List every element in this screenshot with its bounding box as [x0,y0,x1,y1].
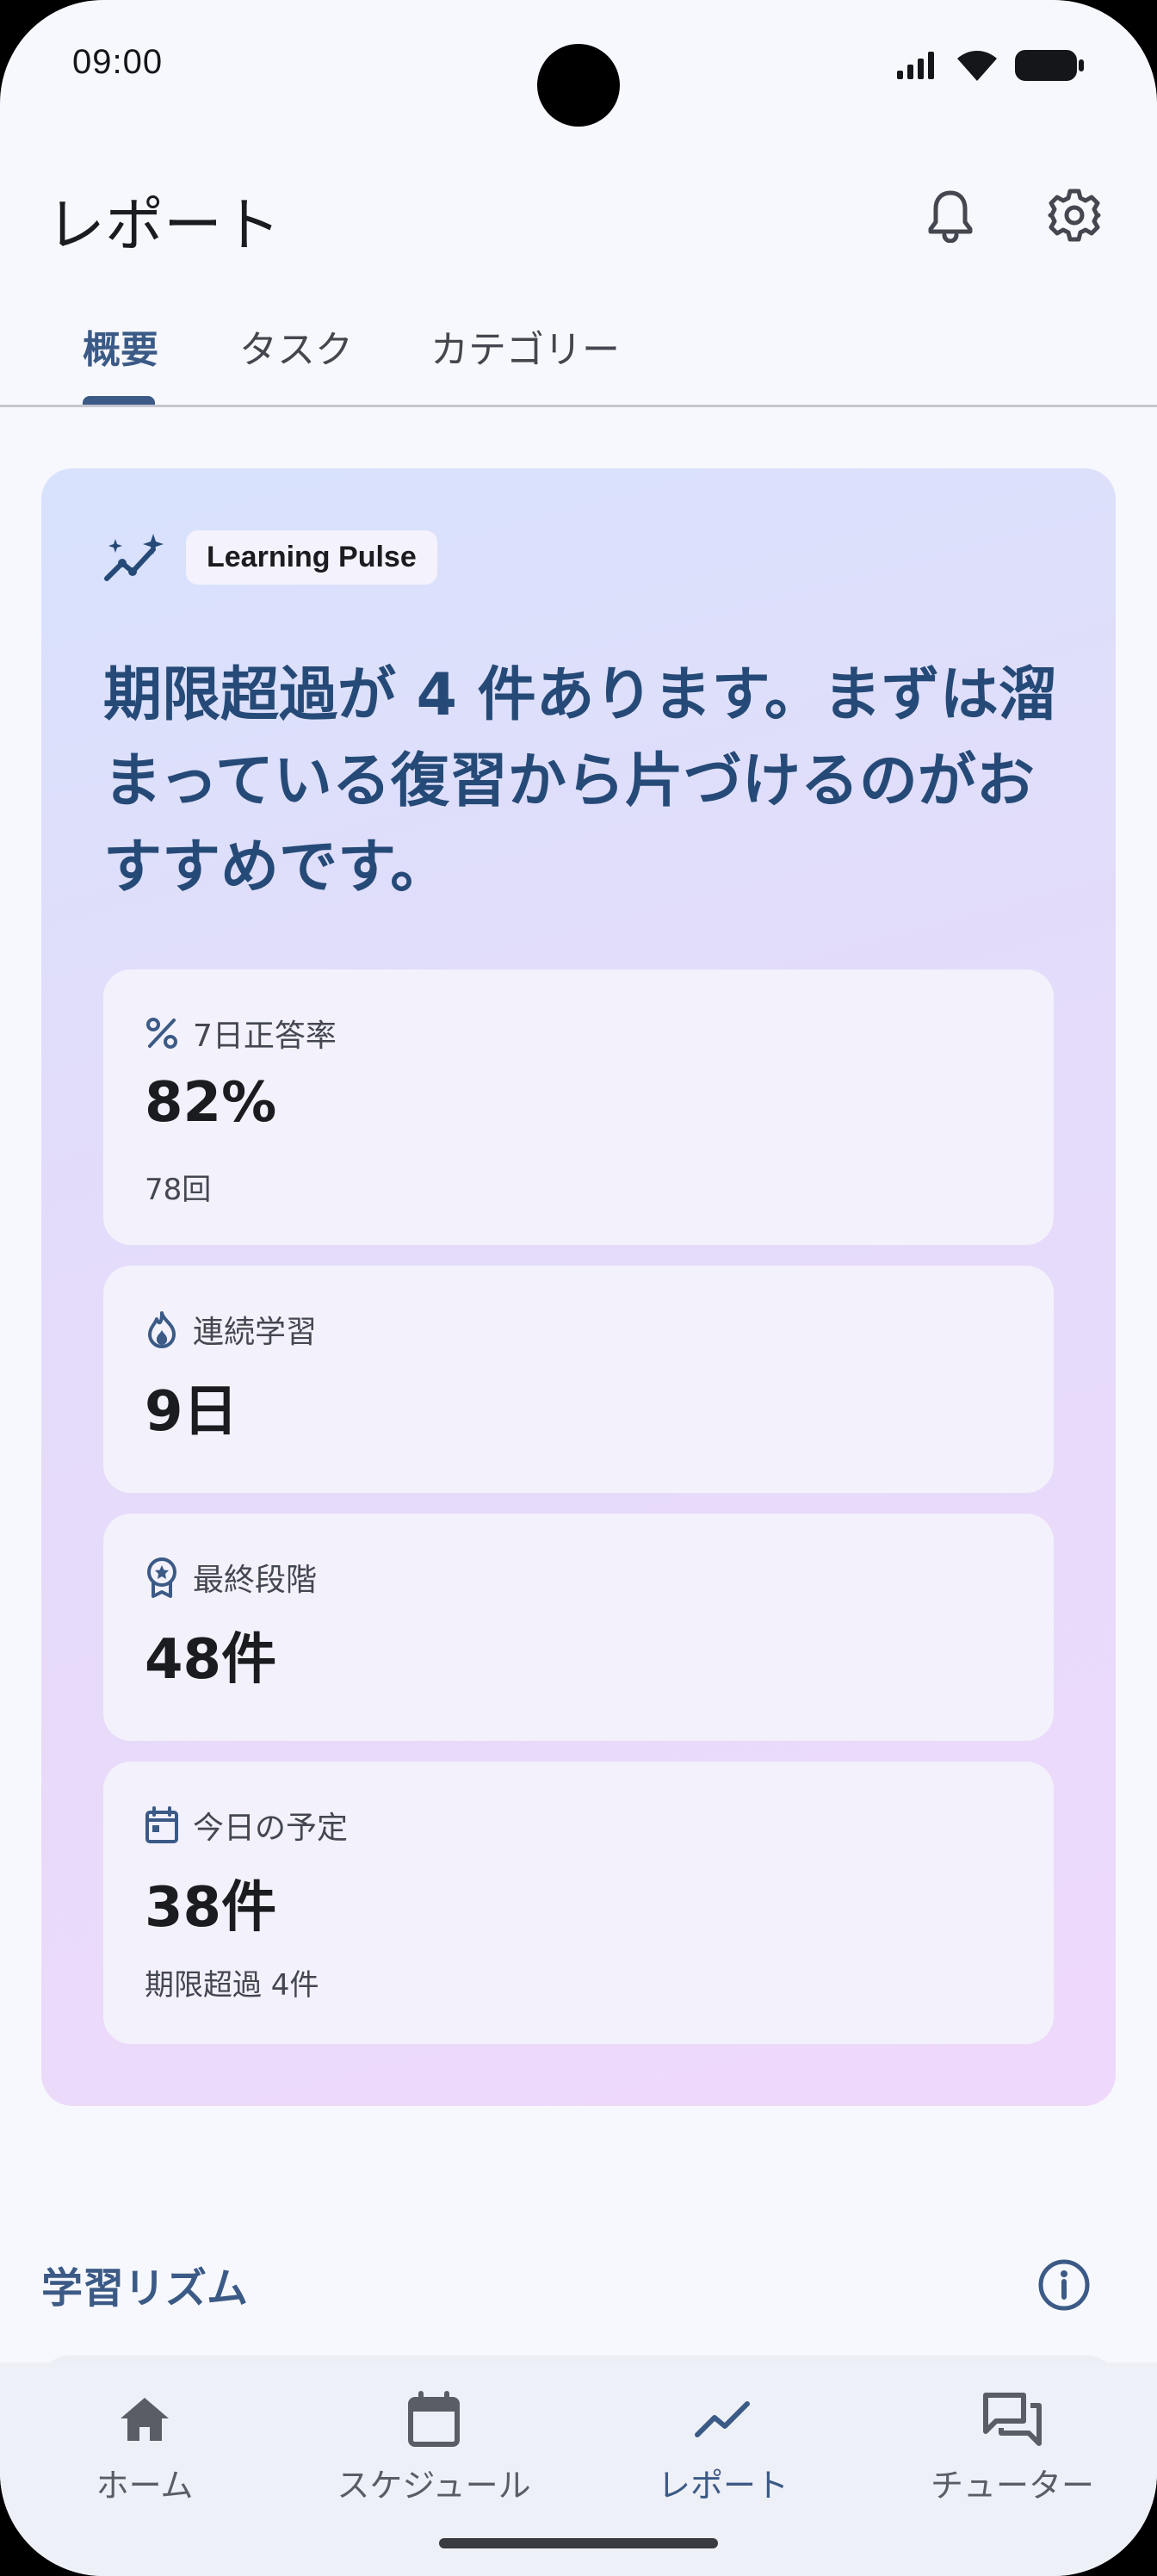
trend-icon [695,2401,750,2437]
stat-header: 最終段階 [145,1555,317,1600]
sparkle-trend-icon [104,533,164,581]
nav-label: チューター [930,2467,1094,2505]
stat-value: 9日 [145,1380,238,1444]
stat-value: 82% [145,1071,277,1135]
stat-sub: 期限超過 4件 [145,1968,319,2003]
tab-categories[interactable]: カテゴリー [430,319,620,374]
signal-icon [897,52,934,79]
stat-header: 7日正答率 [145,1011,337,1056]
pulse-chip: Learning Pulse [186,530,437,585]
tab-tasks[interactable]: タスク [239,319,353,374]
nav-icon-wrap [694,2385,752,2454]
info-button[interactable] [1023,2244,1105,2326]
pulse-header: Learning Pulse [103,530,437,585]
award-icon [147,1557,176,1598]
notifications-button[interactable] [909,174,992,257]
battery-icon [1015,50,1084,81]
nav-report[interactable]: レポート [578,2385,868,2506]
top-app-bar: レポート [0,164,1157,267]
stat-header: 連続学習 [145,1307,317,1352]
stat-sub: 78回 [145,1173,212,1207]
stat-label: 連続学習 [193,1315,318,1350]
chat-icon [983,2393,1042,2446]
nav-icon-wrap [982,2385,1043,2454]
status-time: 09:00 [72,43,164,81]
gear-icon [1048,189,1101,242]
stat-label: 今日の予定 [193,1811,349,1846]
wifi-icon [957,51,997,81]
bell-icon [928,190,973,243]
stat-label: 7日正答率 [193,1019,337,1054]
nav-label: ホーム [96,2467,194,2505]
flame-icon [148,1311,176,1348]
stat-card-final-stage: 最終段階 48件 [103,1514,1054,1741]
info-icon [1038,2259,1090,2311]
tab-indicator [83,396,155,405]
calendar-icon [408,2391,460,2447]
stat-header: 今日の予定 [145,1803,348,1848]
hero-headline: 期限超過が 4 件あります。まずは溜まっている復習から片づけるのがおすすめです。 [103,661,1057,901]
nav-home[interactable]: ホーム [0,2385,289,2506]
nav-schedule[interactable]: スケジュール [289,2385,578,2506]
stat-card-streak: 連続学習 9日 [103,1266,1054,1493]
gesture-bar[interactable] [439,2538,718,2548]
tab-bar: 概要 タスク カテゴリー [0,303,1157,407]
nav-label: スケジュール [337,2467,531,2505]
stat-value: 38件 [145,1876,277,1940]
learning-pulse-card: Learning Pulse 期限超過が 4 件あります。まずは溜まっている復習… [41,468,1116,2106]
stat-label: 最終段階 [193,1563,318,1598]
page-title: レポート [46,192,282,260]
settings-button[interactable] [1033,174,1116,257]
stat-card-today: 今日の予定 38件 期限超過 4件 [103,1762,1054,2044]
nav-icon-wrap [117,2385,172,2454]
stat-card-accuracy: 7日正答率 82% 78回 [103,969,1054,1245]
home-icon [121,2398,169,2441]
nav-icon-wrap [407,2385,461,2454]
stat-value: 48件 [145,1628,277,1692]
nav-tutor[interactable]: チューター [868,2385,1157,2506]
calendar-icon [145,1806,178,1843]
phone-screen: 09:00 レポート 概要 タスク カテゴリー Learning Pulse 期… [0,0,1157,2576]
status-bar: 09:00 [0,0,1157,129]
tab-overview[interactable]: 概要 [83,319,158,374]
camera-cutout [537,44,620,127]
status-icons [895,48,1085,83]
percent-icon [146,1018,177,1049]
section-title: 学習リズム [41,2264,249,2313]
nav-label: レポート [657,2467,789,2505]
